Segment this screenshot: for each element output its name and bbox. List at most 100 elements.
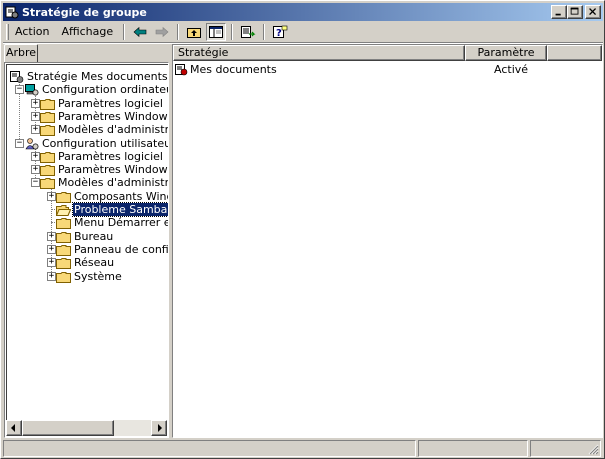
- menu-action[interactable]: Action: [9, 24, 55, 40]
- show-hide-tree-icon: [209, 26, 224, 38]
- tree-item-label: Menu Démarrer et Barre: [74, 216, 168, 229]
- tree-item[interactable]: Probleme Samba: [55, 202, 168, 217]
- back-arrow-icon: [133, 26, 147, 38]
- folder-icon: [55, 190, 71, 203]
- folder-icon: [39, 150, 55, 163]
- tree-item-label: Paramètres Windows: [58, 110, 168, 123]
- tree-item[interactable]: Paramètres Windows: [39, 163, 168, 176]
- policy-icon: [8, 70, 24, 83]
- tree-item-label: Configuration utilisateur: [42, 137, 168, 150]
- tree-item-label: Modèles d'administration: [58, 123, 168, 136]
- status-bar: [3, 440, 603, 457]
- scroll-left-arrow-icon: [11, 424, 15, 432]
- help-icon: ?: [273, 25, 288, 39]
- status-panel-main: [3, 440, 416, 457]
- folder-icon: [55, 270, 71, 283]
- folder-icon: [55, 243, 71, 256]
- folder-icon: [39, 163, 55, 176]
- export-list-button[interactable]: [238, 23, 258, 41]
- user-config-icon: [23, 137, 39, 150]
- column-header-parametre[interactable]: Paramètre: [465, 45, 547, 61]
- forward-button[interactable]: [152, 23, 172, 41]
- tree-item[interactable]: Configuration ordinateur: [23, 83, 168, 96]
- scroll-left-button[interactable]: [6, 420, 22, 436]
- window-title: Stratégie de groupe: [22, 5, 147, 19]
- status-panel-3: [530, 440, 601, 457]
- tree-item-label: Modèles d'administration: [58, 176, 168, 189]
- status-panel-2: [418, 440, 528, 457]
- export-list-icon: [241, 26, 256, 38]
- toolbar-separator: [123, 24, 126, 40]
- tab-arbre[interactable]: Arbre: [4, 44, 38, 62]
- list-row[interactable]: Mes documents Activé: [173, 62, 602, 77]
- tree-item[interactable]: Modèles d'administration: [39, 123, 168, 136]
- policy-list-view[interactable]: Stratégie Paramètre Mes documents Activé: [172, 44, 603, 438]
- tree-item-label: Paramètres logiciel: [58, 97, 163, 110]
- tree-item[interactable]: Composants Windows: [55, 190, 168, 203]
- toolbar-separator: [263, 24, 266, 40]
- tree-horizontal-scrollbar[interactable]: [6, 420, 167, 436]
- close-button[interactable]: [585, 5, 601, 19]
- tree-pane[interactable]: Stratégie Mes documents [ens.cri20−Confi…: [4, 62, 169, 438]
- close-icon: [589, 8, 597, 16]
- tree-item[interactable]: Bureau: [55, 230, 114, 243]
- policy-setting: Activé: [494, 63, 529, 76]
- toolbar-separator: [231, 24, 234, 40]
- tree-item-label: Paramètres Windows: [58, 163, 168, 176]
- folder-icon: [39, 176, 55, 189]
- tree-item[interactable]: Paramètres logiciel: [39, 97, 164, 110]
- folder-icon: [39, 97, 55, 110]
- tree-item-label: Paramètres logiciel: [58, 150, 163, 163]
- title-bar[interactable]: Stratégie de groupe: [3, 3, 603, 21]
- policy-name: Mes documents: [190, 63, 277, 76]
- scroll-thumb[interactable]: [22, 420, 114, 436]
- tree-item-label: Réseau: [74, 256, 115, 269]
- folder-icon: [39, 123, 55, 136]
- tree-item-label: Bureau: [74, 230, 114, 243]
- tree-item[interactable]: Système: [55, 270, 123, 283]
- tree-item-label: Panneau de configuratic: [74, 243, 168, 256]
- minimize-icon: [555, 13, 561, 16]
- scroll-right-button[interactable]: [151, 420, 167, 436]
- folder-icon: [55, 216, 71, 229]
- group-policy-app-icon: [5, 5, 19, 19]
- minimize-button[interactable]: [551, 5, 567, 19]
- folder-open-icon: [55, 203, 71, 216]
- menu-affichage[interactable]: Affichage: [55, 24, 119, 40]
- tree-item[interactable]: Modèles d'administration: [39, 176, 168, 189]
- back-button[interactable]: [130, 23, 150, 41]
- tree-item[interactable]: Configuration utilisateur: [23, 137, 168, 150]
- maximize-button[interactable]: [567, 5, 583, 19]
- tree-item-label: Configuration ordinateur: [42, 83, 168, 96]
- resize-grip-icon[interactable]: [587, 443, 599, 455]
- list-header: Stratégie Paramètre: [173, 45, 602, 61]
- folder-icon: [55, 256, 71, 269]
- show-hide-tree-button[interactable]: [206, 23, 227, 41]
- toolbar-separator: [177, 24, 180, 40]
- folder-icon: [55, 230, 71, 243]
- column-header-empty: [547, 45, 602, 61]
- tree-item-label: Composants Windows: [74, 190, 168, 203]
- tree-item[interactable]: Panneau de configuratic: [55, 243, 168, 256]
- tree-item[interactable]: Paramètres logiciel: [39, 150, 164, 163]
- tree-item-label: Système: [74, 270, 122, 283]
- tree-item[interactable]: Paramètres Windows: [39, 110, 168, 123]
- menu-toolbar-row: Action Affichage ?: [3, 22, 603, 42]
- up-folder-icon: [187, 28, 202, 38]
- policy-setting-icon: [174, 63, 190, 76]
- tree-item-label: Probleme Samba: [71, 202, 168, 217]
- forward-arrow-icon: [155, 26, 169, 38]
- maximize-icon: [570, 7, 579, 15]
- column-header-strategie[interactable]: Stratégie: [173, 45, 465, 61]
- tree-item[interactable]: Menu Démarrer et Barre: [55, 216, 168, 229]
- scroll-right-arrow-icon: [158, 424, 162, 432]
- tree-item[interactable]: Réseau: [55, 256, 115, 269]
- tree-item-label: Stratégie Mes documents [ens.cri20: [27, 70, 168, 83]
- svg-text:?: ?: [276, 28, 282, 39]
- tree-view[interactable]: Stratégie Mes documents [ens.cri20−Confi…: [6, 64, 168, 422]
- group-policy-window: Stratégie de groupe Action Affichage ? A…: [0, 0, 605, 459]
- tree-item[interactable]: Stratégie Mes documents [ens.cri20: [8, 70, 168, 83]
- help-button[interactable]: ?: [270, 23, 290, 41]
- up-one-level-button[interactable]: [184, 23, 204, 41]
- folder-icon: [39, 110, 55, 123]
